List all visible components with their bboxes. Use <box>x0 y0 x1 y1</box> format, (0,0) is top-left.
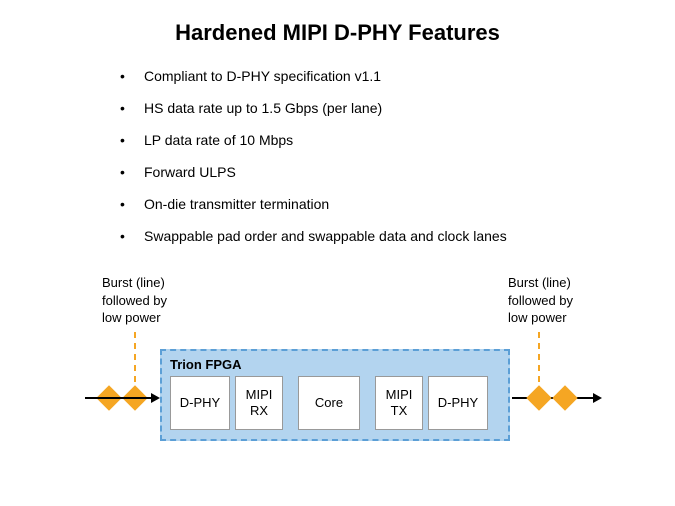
burst-text: Burst (line) <box>508 274 573 292</box>
feature-item: HS data rate up to 1.5 Gbps (per lane) <box>120 100 645 116</box>
fpga-title: Trion FPGA <box>170 357 500 372</box>
diagram: Burst (line) followed by low power Burst… <box>30 274 645 454</box>
feature-item: On-die transmitter termination <box>120 196 645 212</box>
signal-line-in <box>85 397 155 399</box>
feature-item: Swappable pad order and swappable data a… <box>120 228 645 244</box>
burst-text: low power <box>508 309 573 327</box>
arrowhead-icon <box>593 393 602 403</box>
block-text: TX <box>391 403 408 418</box>
block-core: Core <box>298 376 360 430</box>
page-title: Hardened MIPI D-PHY Features <box>30 20 645 46</box>
block-mipi-rx: MIPIRX <box>235 376 283 430</box>
burst-label-right: Burst (line) followed by low power <box>508 274 573 327</box>
dashed-connector-left <box>134 332 136 382</box>
block-text: MIPI <box>246 387 273 402</box>
feature-item: LP data rate of 10 Mbps <box>120 132 645 148</box>
block-text: RX <box>250 403 268 418</box>
burst-text: followed by <box>102 292 167 310</box>
feature-item: Forward ULPS <box>120 164 645 180</box>
block-dphy-out: D-PHY <box>428 376 488 430</box>
feature-item: Compliant to D-PHY specification v1.1 <box>120 68 645 84</box>
dashed-connector-right <box>538 332 540 382</box>
burst-text: followed by <box>508 292 573 310</box>
hex-icon <box>526 385 551 410</box>
burst-label-left: Burst (line) followed by low power <box>102 274 167 327</box>
hex-icon <box>552 385 577 410</box>
blocks-row: D-PHY MIPIRX Core MIPITX D-PHY <box>170 376 500 430</box>
block-dphy-in: D-PHY <box>170 376 230 430</box>
block-mipi-tx: MIPITX <box>375 376 423 430</box>
arrowhead-icon <box>151 393 160 403</box>
burst-text: low power <box>102 309 167 327</box>
burst-text: Burst (line) <box>102 274 167 292</box>
block-text: MIPI <box>386 387 413 402</box>
feature-list: Compliant to D-PHY specification v1.1 HS… <box>120 68 645 244</box>
fpga-box: Trion FPGA D-PHY MIPIRX Core MIPITX D-PH… <box>160 349 510 441</box>
